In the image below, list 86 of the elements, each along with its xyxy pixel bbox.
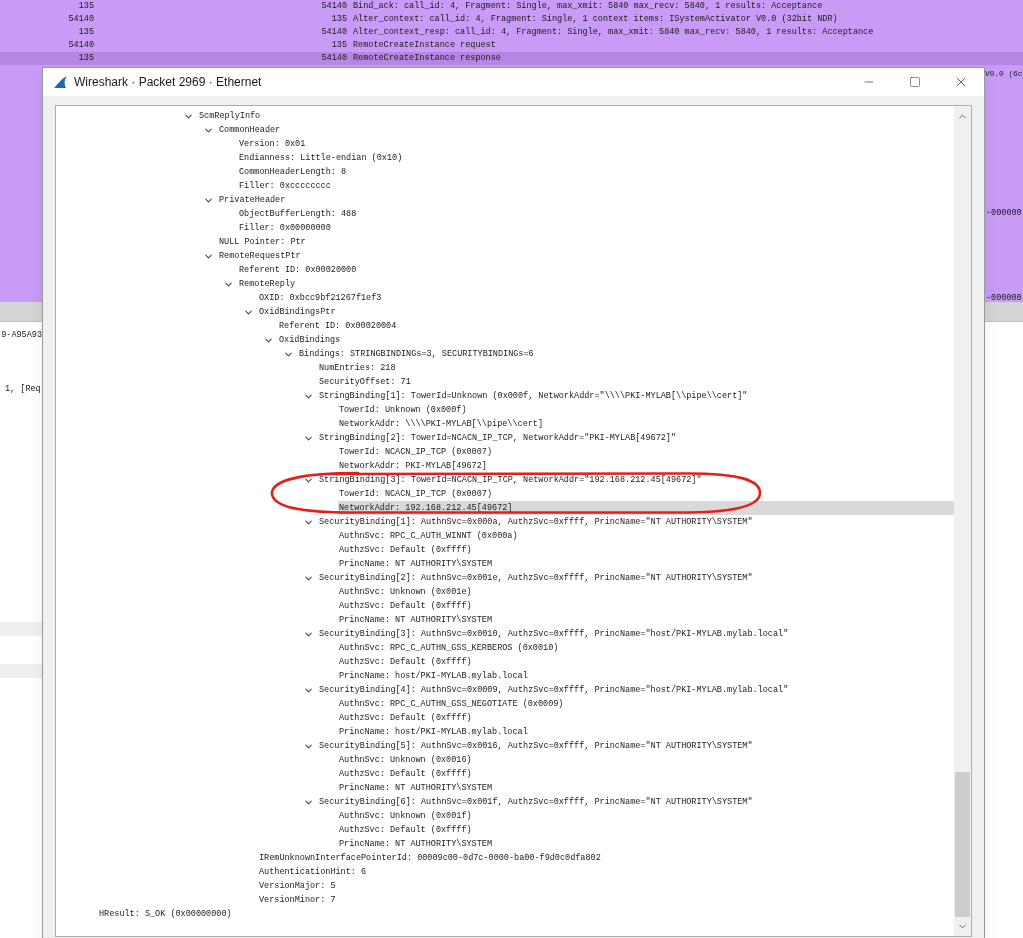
tree-item[interactable]: Bindings: STRINGBINDINGs=3, SECURITYBINDINGs=6 <box>298 347 954 361</box>
tree-item[interactable]: StringBinding[2]: TowerId=NCACN_IP_TCP, NetworkAddr="PKI-MYLAB[49672]" <box>318 431 954 445</box>
destination-port: 54140 <box>320 52 347 65</box>
tree-item[interactable]: SecurityBinding[3]: AuthnSvc=0x0010, AuthzSvc=0xffff, PrincName="host/PKI-MYLAB.mylab.local" <box>318 627 954 641</box>
source-port: 135 <box>77 0 94 13</box>
tree-item[interactable]: TowerId: Unknown (0x000f) <box>338 403 954 417</box>
tree-item[interactable]: PrincName: NT AUTHORITY\SYSTEM <box>338 837 954 851</box>
source-port: 54140 <box>67 13 94 26</box>
tree-item[interactable]: AuthenticationHint: 6 <box>258 865 954 879</box>
tree-item[interactable]: AuthzSvc: Default (0xffff) <box>338 655 954 669</box>
tree-item[interactable]: Referent ID: 0x00020000 <box>238 263 954 277</box>
tree-item[interactable]: AuthnSvc: RPC_C_AUTH_WINNT (0x000a) <box>338 529 954 543</box>
tree-item[interactable]: CommonHeader <box>218 123 954 137</box>
packet-row[interactable]: 54140 135 Alter_context: call_id: 4, Fragment: Single, 1 context items: ISystemActivator V0.0 (32bit NDR) <box>0 13 1023 26</box>
tree-item[interactable]: SecurityOffset: 71 <box>318 375 954 389</box>
tree-item[interactable]: VersionMinor: 7 <box>258 893 954 907</box>
packet-info: RemoteCreateInstance request <box>352 39 496 52</box>
tree-item[interactable]: OxidBindingsPtr <box>258 305 954 319</box>
tree-item[interactable]: Referent ID: 0x00020004 <box>278 319 954 333</box>
tree-item[interactable]: Endianness: Little-endian (0x10) <box>238 151 954 165</box>
scrollbar[interactable] <box>954 106 971 936</box>
tree-item[interactable]: PrincName: host/PKI-MYLAB.mylab.local <box>338 725 954 739</box>
tree-item[interactable]: NetworkAddr: \\\\PKI-MYLAB[\\pipe\\cert] <box>338 417 954 431</box>
tree-item[interactable]: SecurityBinding[2]: AuthnSvc=0x001e, AuthzSvc=0xffff, PrincName="NT AUTHORITY\SYSTEM" <box>318 571 954 585</box>
packet-info: RemoteCreateInstance response <box>352 52 501 65</box>
tree-item[interactable]: CommonHeaderLength: 8 <box>238 165 954 179</box>
tree-item[interactable]: StringBinding[3]: TowerId=NCACN_IP_TCP, NetworkAddr="192.168.212.45[49672]" <box>318 473 954 487</box>
packet-info: -000000 <box>986 207 1023 220</box>
packet-info: Alter_context: call_id: 4, Fragment: Single, 1 context items: ISystemActivator V0.0 (32bit NDR) <box>352 13 838 26</box>
tree-item[interactable]: ObjectBufferLength: 488 <box>238 207 954 221</box>
packet-info: -000000 <box>986 292 1023 302</box>
tree-item[interactable]: AuthzSvc: Default (0xffff) <box>338 767 954 781</box>
packet-info: Bind_ack: call_id: 4, Fragment: Single, max_xmit: 5840 max_recv: 5840, 1 results: Acceptance <box>352 0 823 13</box>
packet-row[interactable]: 135 54140 Alter_context_resp: call_id: 4, Fragment: Single, max_xmit: 5840 max_recv: 5840, 1 results: Acceptance <box>0 26 1023 39</box>
tree-item[interactable]: TowerId: NCACN_IP_TCP (0x0007) <box>338 487 954 501</box>
packet-row[interactable]: 54140 135 RemoteCreateInstance request <box>0 39 1023 52</box>
destination-port: 135 <box>330 39 347 52</box>
tree-item[interactable]: ScmReplyInfo <box>198 109 954 123</box>
maximize-icon <box>909 76 921 88</box>
tree-item[interactable]: Filler: 0x00000000 <box>238 221 954 235</box>
packet-row[interactable]: 135 54140 Bind_ack: call_id: 4, Fragment: Single, max_xmit: 5840 max_recv: 5840, 1 results: Acceptance <box>0 0 1023 13</box>
tree-item[interactable]: PrincName: NT AUTHORITY\SYSTEM <box>338 613 954 627</box>
tree-item[interactable]: OxidBindings <box>278 333 954 347</box>
window-title: Wireshark · Packet 2969 · Ethernet <box>74 74 262 91</box>
tree-item[interactable]: Version: 0x01 <box>238 137 954 151</box>
tree-item[interactable]: SecurityBinding[6]: AuthnSvc=0x001f, AuthzSvc=0xffff, PrincName="NT AUTHORITY\SYSTEM" <box>318 795 954 809</box>
tree-item[interactable]: SecurityBinding[4]: AuthnSvc=0x0009, AuthzSvc=0xffff, PrincName="host/PKI-MYLAB.mylab.local" <box>318 683 954 697</box>
tree-item[interactable]: StringBinding[1]: TowerId=Unknown (0x000f, NetworkAddr="\\\\PKI-MYLAB[\\pipe\\cert]" <box>318 389 954 403</box>
destination-port: 54140 <box>320 26 347 39</box>
tree-item[interactable]: SecurityBinding[5]: AuthnSvc=0x0016, AuthzSvc=0xffff, PrincName="NT AUTHORITY\SYSTEM" <box>318 739 954 753</box>
tree-item[interactable]: AuthnSvc: Unknown (0x001e) <box>338 585 954 599</box>
tree-item[interactable]: OXID: 0xbcc9bf21267f1ef3 <box>258 291 954 305</box>
tree-item[interactable]: HResult: S_OK (0x00000000) <box>98 907 954 921</box>
tree-item[interactable]: RemoteRequestPtr <box>218 249 954 263</box>
tree-item[interactable]: NetworkAddr: PKI-MYLAB[49672] <box>338 459 954 473</box>
tree-item[interactable]: AuthzSvc: Default (0xffff) <box>338 711 954 725</box>
tree-item[interactable]: AuthzSvc: Default (0xffff) <box>338 823 954 837</box>
tree-item[interactable]: Filler: 0xcccccccc <box>238 179 954 193</box>
packet-info: Alter_context_resp: call_id: 4, Fragment: Single, max_xmit: 5840 max_recv: 5840, 1 results: Acceptance <box>352 26 874 39</box>
tree-item[interactable]: AuthnSvc: Unknown (0x0016) <box>338 753 954 767</box>
tree-item[interactable]: AuthnSvc: RPC_C_AUTHN_GSS_KERBEROS (0x0010) <box>338 641 954 655</box>
tree-item[interactable]: PrincName: NT AUTHORITY\SYSTEM <box>338 557 954 571</box>
tree-item[interactable]: SecurityBinding[1]: AuthnSvc=0x000a, AuthzSvc=0xffff, PrincName="NT AUTHORITY\SYSTEM" <box>318 515 954 529</box>
scroll-thumb[interactable] <box>955 772 970 917</box>
tree-item[interactable]: AuthnSvc: RPC_C_AUTHN_GSS_NEGOTIATE (0x0009) <box>338 697 954 711</box>
tree-item[interactable]: IRemUnknownInterfacePointerId: 00009c00-0d7c-0000-ba00-f9d0c0dfa802 <box>258 851 954 865</box>
tree-item[interactable]: TowerId: NCACN_IP_TCP (0x0007) <box>338 445 954 459</box>
source-port: 54140 <box>67 39 94 52</box>
detail-text: 1, [Req <box>4 383 42 396</box>
source-port: 135 <box>77 52 94 65</box>
tree-item[interactable]: NumEntries: 218 <box>318 361 954 375</box>
tree-item[interactable]: RemoteReply <box>238 277 954 291</box>
tree-item[interactable]: PrincName: host/PKI-MYLAB.mylab.local <box>338 669 954 683</box>
tree-item[interactable]: AuthzSvc: Default (0xffff) <box>338 599 954 613</box>
tree-item[interactable]: NULL Pointer: Ptr <box>218 235 954 249</box>
source-port: 135 <box>77 26 94 39</box>
tree-item[interactable]: AuthzSvc: Default (0xffff) <box>338 543 954 557</box>
tree-item[interactable]: VersionMajor: 5 <box>258 879 954 893</box>
tree-item[interactable]: AuthnSvc: Unknown (0x001f) <box>338 809 954 823</box>
shark-fin-icon <box>53 75 68 89</box>
detail-text: 9-A95A93 <box>0 329 42 342</box>
packet-row[interactable]: 135 54140 RemoteCreateInstance response <box>0 52 1023 65</box>
destination-port: 54140 <box>320 0 347 13</box>
tree-item[interactable]: PrivateHeader <box>218 193 954 207</box>
destination-port: 135 <box>330 13 347 26</box>
tree-item[interactable]: PrincName: NT AUTHORITY\SYSTEM <box>338 781 954 795</box>
